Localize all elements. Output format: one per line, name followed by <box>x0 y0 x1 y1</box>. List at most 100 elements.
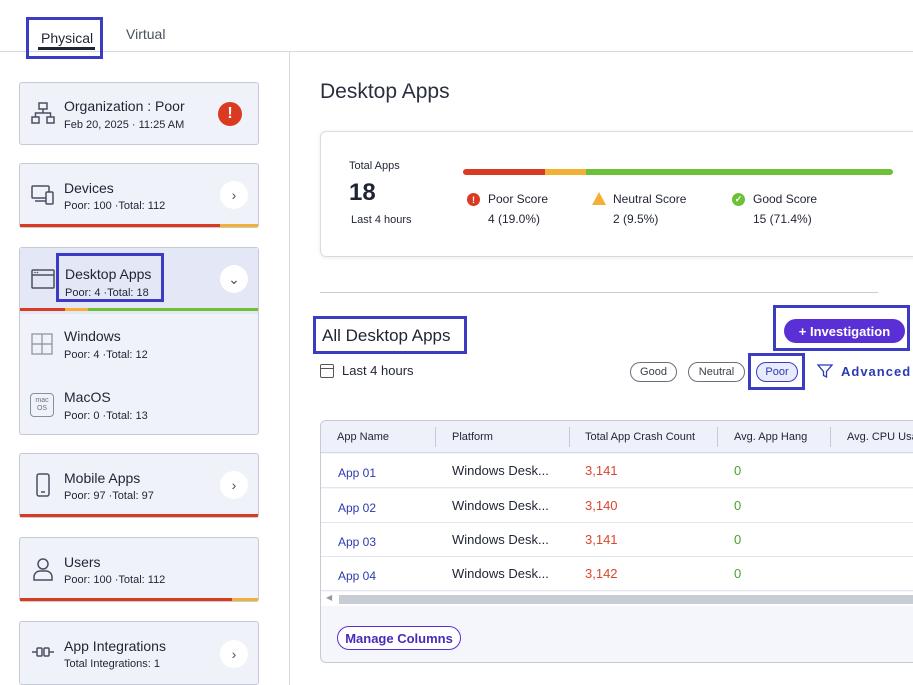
section-title: All Desktop Apps <box>313 316 467 354</box>
chevron-right-icon[interactable]: › <box>220 471 248 499</box>
organization-card[interactable]: Organization : Poor Feb 20, 2025 · 11:25… <box>19 82 259 145</box>
devices-icon <box>31 185 54 205</box>
desktop-apps-label-highlight: Desktop Apps Poor: 4 ·Total: 18 <box>56 253 164 302</box>
column-platform[interactable]: Platform <box>452 431 493 443</box>
poor-filter-highlight: Poor <box>748 353 805 390</box>
devices-stats: Poor: 100 ·Total: 112 <box>64 200 166 212</box>
column-divider <box>830 427 831 447</box>
filter-funnel-icon <box>817 364 833 379</box>
column-divider <box>717 427 718 447</box>
advanced-label: Advanced <box>841 363 912 379</box>
desktop-apps-score-bar <box>20 308 258 311</box>
column-app-name[interactable]: App Name <box>337 431 389 443</box>
sidebar-subitem-windows[interactable]: Windows Poor: 4 ·Total: 12 <box>20 318 258 376</box>
filter-chip-poor[interactable]: Poor <box>756 362 798 382</box>
app-hang-cell: 0 <box>734 566 742 581</box>
sidebar-subitem-macos[interactable]: mac OS MacOS Poor: 0 ·Total: 13 <box>20 378 258 436</box>
app-name-link[interactable]: App 04 <box>338 569 376 583</box>
mobile-apps-stats: Poor: 97 ·Total: 97 <box>64 490 154 502</box>
devices-title: Devices <box>64 180 114 196</box>
warning-triangle-icon <box>592 192 606 205</box>
filter-chip-good[interactable]: Good <box>630 362 677 382</box>
column-divider <box>569 427 570 447</box>
poor-score-value: 4 (19.0%) <box>488 212 541 226</box>
filter-chip-neutral[interactable]: Neutral <box>688 362 745 382</box>
main-content: Desktop Apps Total Apps 18 Last 4 hours … <box>291 52 913 685</box>
app-name-link[interactable]: App 01 <box>338 466 376 480</box>
scroll-left-arrow-icon[interactable]: ◀ <box>326 593 332 602</box>
table-row: App 01 Windows Desk... 3,141 0 <box>321 454 913 488</box>
tab-virtual[interactable]: Virtual <box>126 26 165 42</box>
organization-date: Feb 20, 2025 · 11:25 AM <box>64 119 185 131</box>
add-investigation-button[interactable]: + Investigation <box>784 319 905 343</box>
crash-count-cell: 3,142 <box>585 566 618 581</box>
app-integrations-stats: Total Integrations: 1 <box>64 658 161 670</box>
app-hang-cell: 0 <box>734 463 742 478</box>
mobile-phone-icon <box>36 473 50 497</box>
date-filter[interactable]: Last 4 hours <box>320 363 414 378</box>
sidebar-item-app-integrations[interactable]: App Integrations Total Integrations: 1 › <box>19 621 259 685</box>
crash-count-cell: 3,140 <box>585 498 618 513</box>
column-cpu-usage[interactable]: Avg. CPU Usa <box>847 431 913 443</box>
active-tab-indicator <box>38 47 95 50</box>
users-score-bar <box>20 598 258 601</box>
page-title: Desktop Apps <box>320 80 450 103</box>
advanced-filter-button[interactable]: Advanced <box>817 363 911 379</box>
scrollbar-thumb[interactable] <box>339 595 913 604</box>
neutral-score-label: Neutral Score <box>613 192 687 206</box>
plug-icon <box>32 647 54 657</box>
chevron-right-icon[interactable]: › <box>220 640 248 668</box>
table-row: App 02 Windows Desk... 3,140 0 <box>321 489 913 523</box>
manage-columns-button[interactable]: Manage Columns <box>337 626 461 650</box>
sidebar-item-mobile-apps[interactable]: Mobile Apps Poor: 97 ·Total: 97 › <box>19 453 259 518</box>
desktop-apps-table: App Name Platform Total App Crash Count … <box>320 420 913 663</box>
platform-cell: Windows Desk... <box>452 532 549 547</box>
table-row: App 04 Windows Desk... 3,142 0 <box>321 557 913 591</box>
poor-segment <box>463 169 545 175</box>
desktop-apps-stats: Poor: 4 ·Total: 18 <box>65 287 149 299</box>
mobile-apps-title: Mobile Apps <box>64 470 141 486</box>
score-distribution-bar <box>463 169 893 175</box>
platform-cell: Windows Desk... <box>452 566 549 581</box>
good-segment <box>585 169 893 175</box>
good-score-value: 15 (71.4%) <box>753 212 812 226</box>
org-chart-icon <box>31 102 55 124</box>
chevron-right-icon[interactable]: › <box>220 181 248 209</box>
macos-stats: Poor: 0 ·Total: 13 <box>64 410 148 422</box>
crash-count-cell: 3,141 <box>585 463 618 478</box>
app-name-link[interactable]: App 02 <box>338 501 376 515</box>
neutral-score-value: 2 (9.5%) <box>613 212 659 226</box>
sidebar-item-users[interactable]: Users Poor: 100 ·Total: 112 <box>19 537 259 602</box>
sidebar-item-desktop-apps[interactable]: Desktop Apps Poor: 4 ·Total: 18 ⌄ Window… <box>19 247 259 435</box>
column-app-hang[interactable]: Avg. App Hang <box>734 431 807 443</box>
crash-count-cell: 3,141 <box>585 532 618 547</box>
platform-cell: Windows Desk... <box>452 498 549 513</box>
users-stats: Poor: 100 ·Total: 112 <box>64 574 166 586</box>
table-header: App Name Platform Total App Crash Count … <box>321 421 913 453</box>
window-icon <box>31 269 55 289</box>
poor-score-label: Poor Score <box>488 192 549 206</box>
app-name-link[interactable]: App 03 <box>338 535 376 549</box>
desktop-apps-title: Desktop Apps <box>65 266 152 282</box>
sidebar: Organization : Poor Feb 20, 2025 · 11:25… <box>0 52 290 685</box>
table-row: App 03 Windows Desk... 3,141 0 <box>321 523 913 557</box>
tab-physical-label: Physical <box>41 30 94 46</box>
app-hang-cell: 0 <box>734 498 742 513</box>
total-apps-label: Total Apps <box>349 160 400 172</box>
sidebar-item-devices[interactable]: Devices Poor: 100 ·Total: 112 › <box>19 163 259 228</box>
app-integrations-title: App Integrations <box>64 638 166 654</box>
column-crash-count[interactable]: Total App Crash Count <box>585 431 695 443</box>
horizontal-scrollbar[interactable]: ◀ <box>321 592 913 606</box>
check-circle-icon: ✓ <box>732 193 745 206</box>
good-score-label: Good Score <box>753 192 818 206</box>
app-hang-cell: 0 <box>734 532 742 547</box>
chevron-down-icon[interactable]: ⌄ <box>220 265 248 293</box>
investigation-highlight: + Investigation <box>773 305 910 351</box>
user-icon <box>33 558 53 581</box>
summary-period: Last 4 hours <box>351 214 412 226</box>
macos-icon: mac OS <box>30 393 54 417</box>
platform-tabs: Physical Virtual <box>0 0 913 59</box>
poor-alert-icon: ! <box>467 193 480 206</box>
windows-title: Windows <box>64 328 121 344</box>
neutral-segment <box>544 169 586 175</box>
